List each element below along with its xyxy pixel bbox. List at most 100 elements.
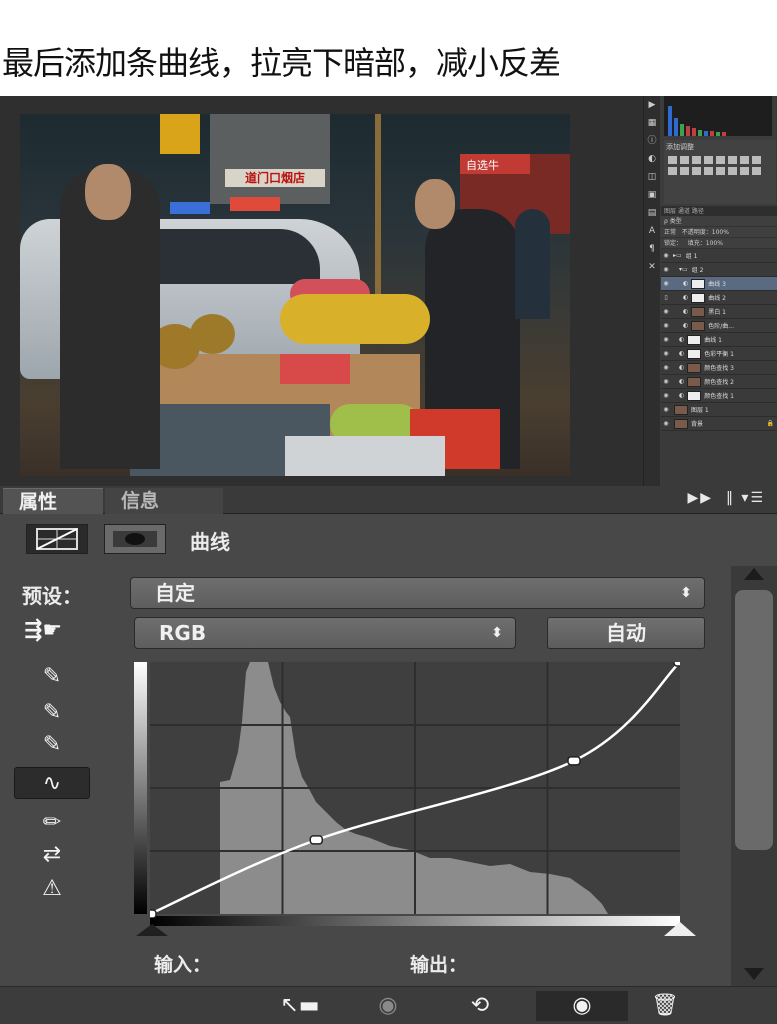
- eye-icon[interactable]: ▯: [661, 294, 671, 301]
- curve-plot[interactable]: [150, 662, 680, 918]
- grid-icon[interactable]: ▦: [644, 114, 660, 132]
- gradient-map-icon[interactable]: [740, 167, 749, 175]
- scroll-thumb[interactable]: [735, 590, 773, 850]
- eye-icon[interactable]: ◉: [661, 280, 671, 287]
- mask-button[interactable]: [104, 524, 166, 554]
- layer-row[interactable]: ◉ ◐ 色彩平衡 1: [661, 347, 777, 361]
- panel-scrollbar[interactable]: [731, 566, 777, 986]
- curves-icon[interactable]: [692, 156, 701, 164]
- eyedropper-black-icon[interactable]: ✎: [14, 661, 90, 693]
- eyedropper-white-icon[interactable]: ✎: [14, 729, 90, 761]
- eyedropper-gray-icon[interactable]: ✎: [14, 697, 90, 729]
- panel-menu-icon[interactable]: ▶▶ ‖ ▾☰: [688, 490, 765, 506]
- preset-dropdown[interactable]: 自定 ⬍: [130, 577, 705, 609]
- layer-filter-row[interactable]: ρ 类型: [661, 216, 777, 227]
- layer-row[interactable]: ◉ ▸▭ 组 1: [661, 249, 777, 263]
- layer-mask-thumb: [691, 278, 706, 289]
- play-icon[interactable]: ▶: [644, 96, 660, 114]
- auto-button[interactable]: 自动: [547, 617, 705, 649]
- adjustment-layer-icon: ◐: [683, 308, 689, 315]
- exposure-icon[interactable]: [704, 156, 713, 164]
- smooth-icon[interactable]: ⇄: [14, 839, 90, 871]
- posterize-icon[interactable]: [716, 167, 725, 175]
- info-icon[interactable]: ⓘ: [644, 132, 660, 150]
- tab-info[interactable]: 信息: [105, 488, 223, 514]
- visibility-icon[interactable]: ◉: [536, 991, 628, 1021]
- bw-icon[interactable]: [752, 156, 761, 164]
- blend-mode[interactable]: 正常: [664, 229, 676, 236]
- text-icon[interactable]: A: [644, 222, 660, 240]
- layers-panel: ▶ ▦ ⓘ ◐ ◫ ▣ ▤ A ¶ ✕ 添加调整 图层 通道 路径 ρ 类型 正…: [643, 96, 777, 486]
- layer-row[interactable]: ◉ 背景 🔒: [661, 417, 777, 431]
- eye-icon[interactable]: ◉: [661, 378, 671, 385]
- eye-icon[interactable]: ◉: [661, 336, 671, 343]
- swatch-icon[interactable]: ▣: [644, 186, 660, 204]
- layers-tabs[interactable]: 图层 通道 路径: [661, 206, 777, 216]
- eye-icon[interactable]: ◉: [661, 392, 671, 399]
- adjustment-layer-icon: ◐: [683, 280, 689, 287]
- layer-row[interactable]: ◉ ◐ 曲线 1: [661, 333, 777, 347]
- eye-icon[interactable]: ◉: [661, 364, 671, 371]
- eye-icon[interactable]: ◉: [661, 420, 671, 427]
- view-previous-icon[interactable]: ◉: [356, 991, 420, 1021]
- mixer-icon[interactable]: [680, 167, 689, 175]
- pencil-icon[interactable]: ✏: [14, 807, 90, 839]
- layer-row[interactable]: ◉ ◐ 颜色查找 3: [661, 361, 777, 375]
- eye-icon[interactable]: ◉: [661, 252, 671, 259]
- curve-control-point[interactable]: [673, 662, 680, 667]
- brightness-icon[interactable]: [668, 156, 677, 164]
- eye-icon[interactable]: ◉: [661, 322, 671, 329]
- trash-icon[interactable]: 🗑: [640, 991, 690, 1021]
- curve-control-point[interactable]: [309, 835, 324, 845]
- fill-value[interactable]: 100%: [706, 240, 723, 247]
- scroll-down-icon[interactable]: [744, 968, 764, 980]
- lookup-icon[interactable]: [692, 167, 701, 175]
- layer-row[interactable]: ◉ ◐ 颜色查找 1: [661, 389, 777, 403]
- levels-icon[interactable]: [680, 156, 689, 164]
- hist-bar: [722, 132, 726, 136]
- output-gradient-bar: [134, 662, 147, 914]
- clipping-warning-icon[interactable]: ⚠: [14, 873, 90, 905]
- close-icon[interactable]: ✕: [644, 258, 660, 276]
- layer-row[interactable]: ◉ ▾▭ 组 2: [661, 263, 777, 277]
- reset-icon[interactable]: ⟲: [452, 991, 508, 1021]
- paragraph-icon[interactable]: ¶: [644, 240, 660, 258]
- on-image-adjust-icon[interactable]: ⇶☛: [24, 618, 84, 644]
- opacity-value[interactable]: 100%: [712, 229, 729, 236]
- curve-control-point[interactable]: [150, 909, 157, 918]
- selective-color-icon[interactable]: [752, 167, 761, 175]
- balance-icon[interactable]: [740, 156, 749, 164]
- blend-row[interactable]: 正常 不透明度：100%: [661, 227, 777, 238]
- hist-bar: [698, 130, 702, 136]
- threshold-icon[interactable]: [728, 167, 737, 175]
- curves-graph[interactable]: [130, 658, 696, 950]
- eye-icon[interactable]: ◉: [661, 406, 671, 413]
- layer-row[interactable]: ◉ ◐ 黑白 1: [661, 305, 777, 319]
- curve-edit-icon[interactable]: ∿: [14, 767, 90, 799]
- layer-row[interactable]: ◉ ◐ 色阶/曲...: [661, 319, 777, 333]
- adjust-icon[interactable]: ◐: [644, 150, 660, 168]
- white-point-slider[interactable]: [664, 922, 696, 936]
- lock-row[interactable]: 锁定： 填充：100%: [661, 238, 777, 249]
- scroll-up-icon[interactable]: [744, 568, 764, 580]
- layer-row[interactable]: ◉ ◐ 曲线 3: [661, 277, 777, 291]
- layer-row[interactable]: ◉ 图层 1: [661, 403, 777, 417]
- style-icon[interactable]: ▤: [644, 204, 660, 222]
- photo-filter-icon[interactable]: [668, 167, 677, 175]
- channel-dropdown[interactable]: RGB ⬍: [134, 617, 516, 649]
- curves-adjustment-button[interactable]: [26, 524, 88, 554]
- layer-row[interactable]: ◉ ◐ 颜色查找 2: [661, 375, 777, 389]
- vibrance-icon[interactable]: [716, 156, 725, 164]
- eye-icon[interactable]: ◉: [661, 350, 671, 357]
- layer-row[interactable]: ▯ ◐ 曲线 2: [661, 291, 777, 305]
- layers-icon[interactable]: ◫: [644, 168, 660, 186]
- hue-icon[interactable]: [728, 156, 737, 164]
- curve-control-point[interactable]: [567, 756, 581, 766]
- hist-bar: [716, 132, 720, 136]
- invert-icon[interactable]: [704, 167, 713, 175]
- tab-properties[interactable]: 属性: [3, 488, 103, 514]
- eye-icon[interactable]: ◉: [661, 266, 671, 273]
- clip-to-layer-icon[interactable]: ↖▬: [270, 991, 330, 1021]
- black-point-slider[interactable]: [136, 924, 168, 936]
- eye-icon[interactable]: ◉: [661, 308, 671, 315]
